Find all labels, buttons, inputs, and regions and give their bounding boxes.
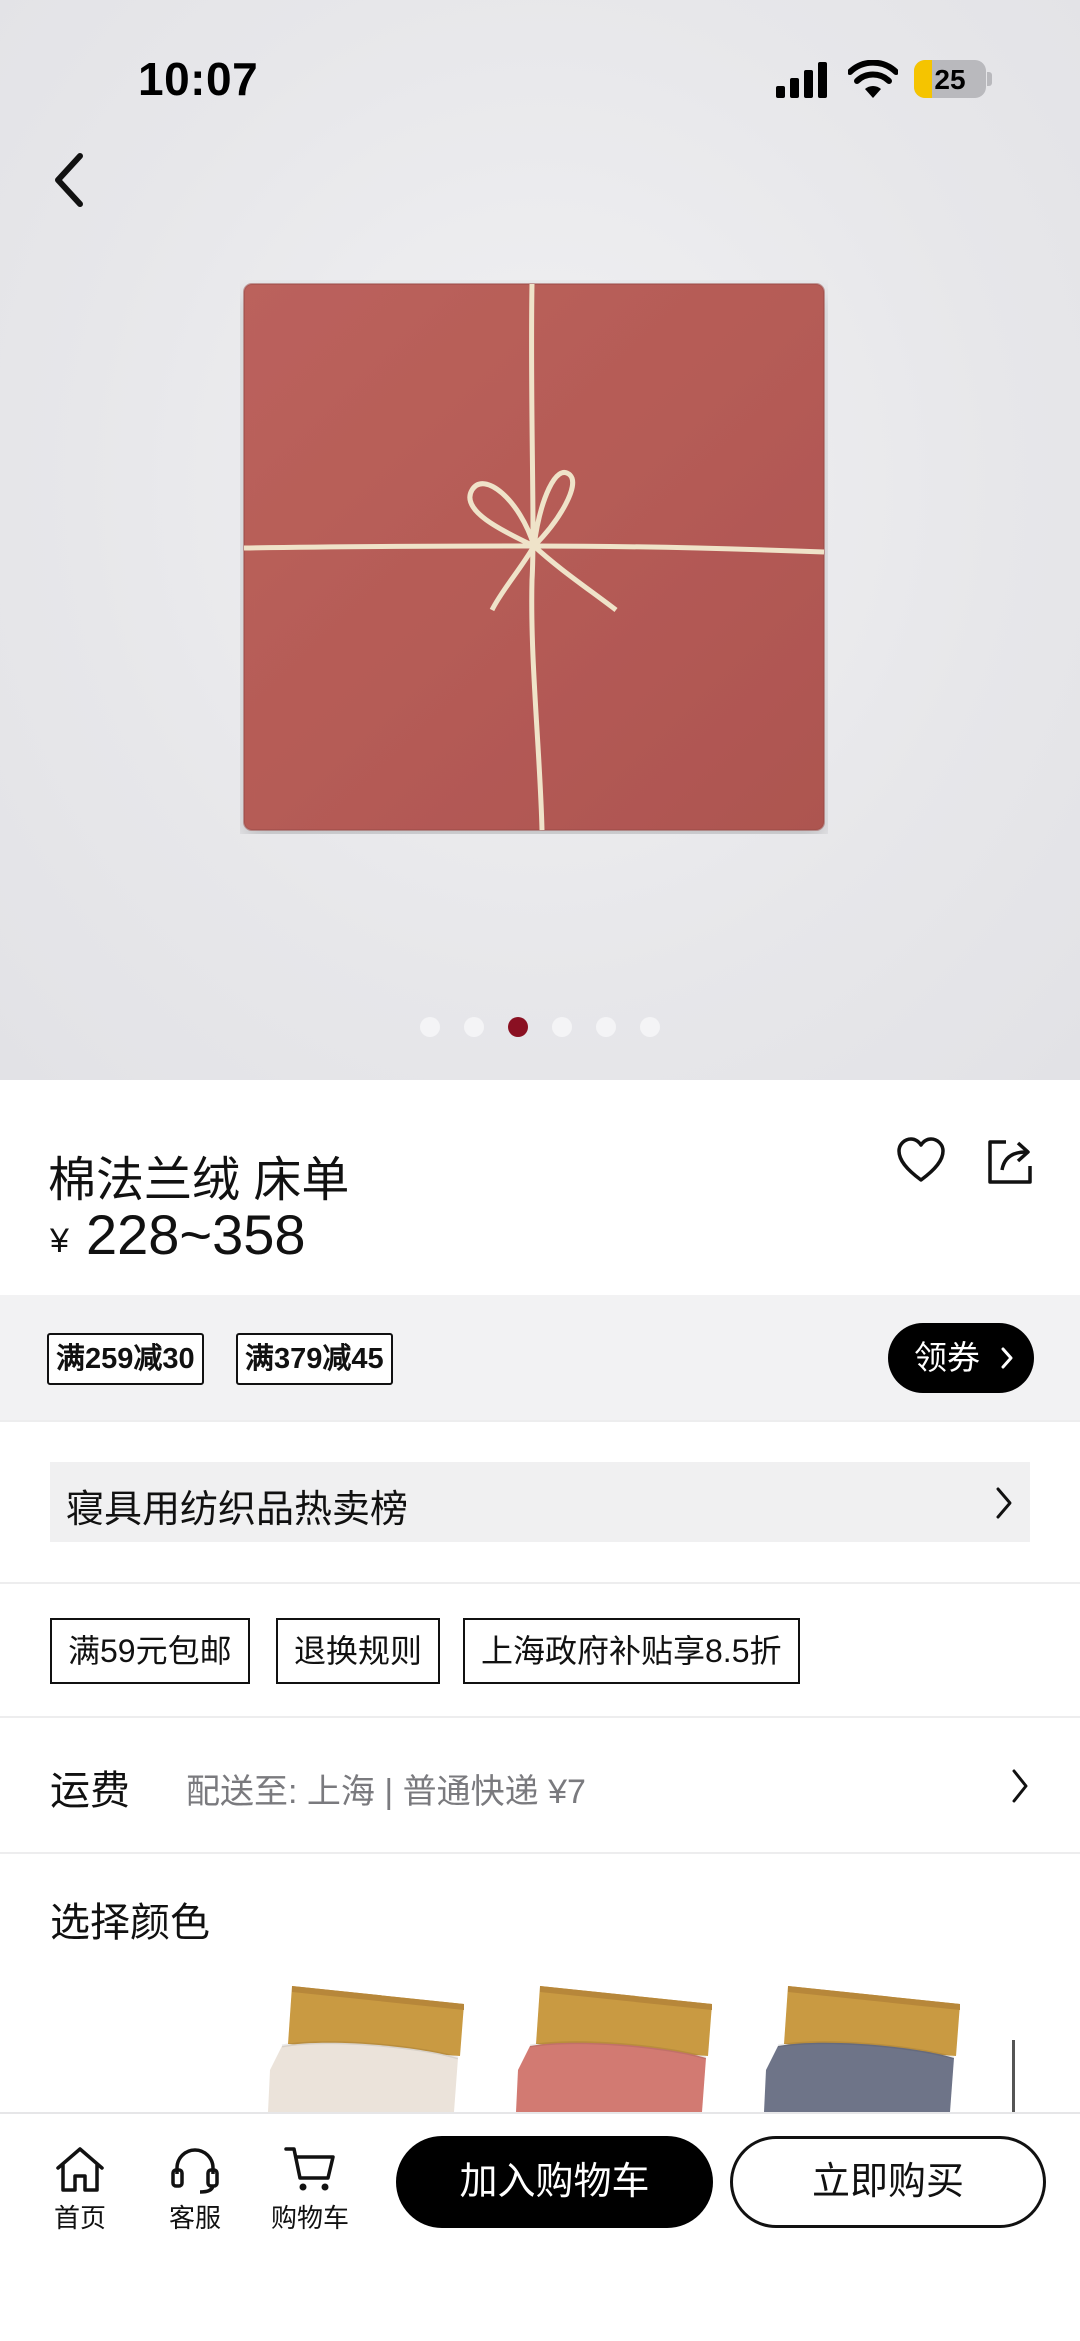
chevron-right-icon	[1012, 1769, 1028, 1803]
chevron-right-icon	[996, 1487, 1012, 1519]
nav-home[interactable]: 首页	[30, 2144, 130, 2254]
add-to-cart-button[interactable]: 加入购物车	[396, 2136, 713, 2228]
service-tag-return-policy[interactable]: 退换规则	[276, 1618, 441, 1684]
coupon-button-label: 领券	[914, 1339, 980, 1376]
shipping-label: 运费	[50, 1769, 130, 1813]
product-info: 棉法兰绒 床单 ¥ 228~358	[0, 1080, 1080, 1295]
carousel-indicator	[0, 1017, 1080, 1039]
battery-percent: 25	[934, 64, 966, 95]
carousel-dot	[464, 1017, 484, 1037]
service-tag-subsidy[interactable]: 上海政府补贴享8.5折	[463, 1618, 800, 1684]
wifi-icon	[848, 60, 898, 98]
bed-thumbnail	[268, 1986, 464, 2112]
shipping-detail: 配送至: 上海 | 普通快递 ¥7	[186, 1773, 586, 1811]
service-tag-free-shipping[interactable]: 满59元包邮	[50, 1618, 250, 1684]
back-button[interactable]	[40, 140, 100, 220]
divider	[0, 1582, 1080, 1584]
bottom-action-bar: 首页 客服 购物车 加入购物车 立即购买	[0, 2112, 1080, 2341]
shipping-row[interactable]: 运费 配送至: 上海 | 普通快递 ¥7	[0, 1718, 1080, 1853]
status-time: 10:07	[138, 53, 259, 105]
scroll-indicator	[1012, 2040, 1015, 2112]
get-coupon-button[interactable]: 领券	[888, 1323, 1034, 1393]
carousel-dot	[640, 1017, 660, 1037]
product-price: 228~358	[86, 1203, 306, 1266]
bed-thumbnail	[764, 1986, 960, 2112]
product-title: 棉法兰绒 床单	[48, 1154, 350, 1207]
status-bar: 10:07 25	[0, 0, 1080, 150]
product-image	[243, 283, 825, 831]
favorite-heart-icon[interactable]	[896, 1136, 946, 1186]
hot-ranking-link[interactable]: 寝具用纺织品热卖榜	[50, 1462, 1030, 1542]
shopping-cart-icon	[284, 2147, 335, 2191]
carousel-dot	[596, 1017, 616, 1037]
color-swatch-ivory[interactable]	[268, 1980, 468, 2112]
chevron-right-icon	[1001, 1347, 1013, 1369]
cellular-signal-icon	[776, 62, 827, 98]
headset-icon	[171, 2148, 219, 2194]
nav-customer-service[interactable]: 客服	[145, 2144, 245, 2254]
nav-home-label: 首页	[53, 2203, 106, 2233]
buy-now-button[interactable]: 立即购买	[730, 2136, 1046, 2228]
promo-tag: 满259减30	[47, 1333, 204, 1385]
promo-tag: 满379减45	[236, 1333, 393, 1385]
carousel-dot	[552, 1017, 572, 1037]
carousel-dot	[508, 1017, 528, 1037]
nav-service-label: 客服	[168, 2203, 221, 2233]
bed-thumbnail	[516, 1986, 712, 2112]
divider	[0, 1852, 1080, 1854]
battery-icon: 25	[914, 60, 986, 98]
carousel-dot	[420, 1017, 440, 1037]
promotion-bar: 满259减30 满379减45 领券	[0, 1295, 1080, 1420]
share-icon[interactable]	[986, 1136, 1034, 1186]
ranking-label: 寝具用纺织品热卖榜	[66, 1489, 409, 1531]
currency-symbol: ¥	[50, 1222, 69, 1260]
color-select-title: 选择颜色	[50, 1901, 210, 1945]
color-swatch-terracotta[interactable]	[516, 1980, 716, 2112]
nav-cart-label: 购物车	[270, 2203, 349, 2233]
divider	[0, 1420, 1080, 1422]
home-icon	[56, 2147, 104, 2192]
battery-tip	[987, 72, 992, 86]
nav-cart[interactable]: 购物车	[260, 2144, 360, 2254]
color-swatch-slate-blue[interactable]	[764, 1980, 964, 2112]
product-gallery[interactable]: 10:07 25	[0, 0, 1080, 1080]
